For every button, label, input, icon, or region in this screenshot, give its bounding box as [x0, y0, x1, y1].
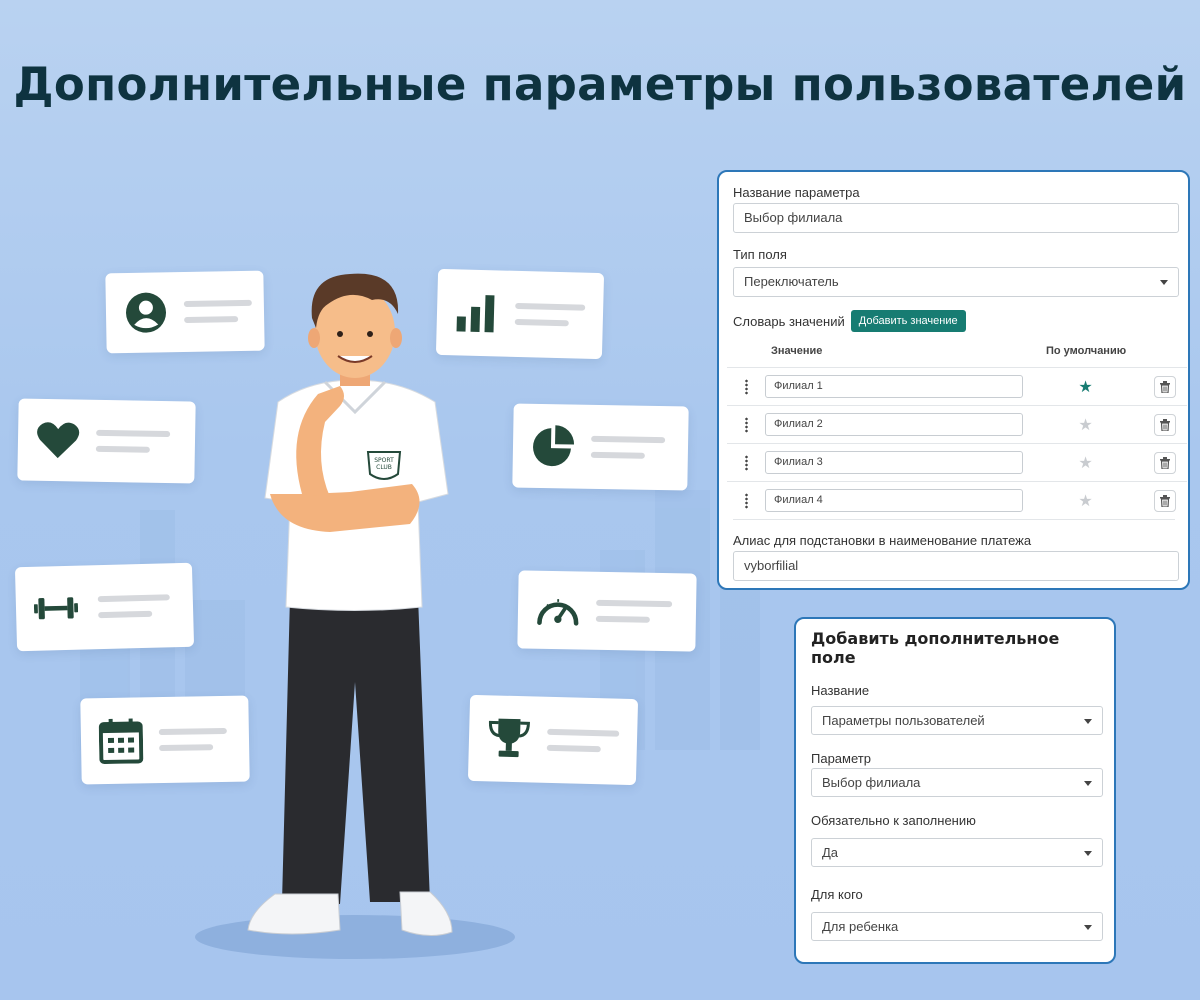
drag-handle-icon[interactable]: [727, 378, 765, 395]
add-param-label: Параметр: [811, 751, 871, 766]
dictionary-label: Словарь значений: [733, 313, 845, 329]
feature-card-heart: [17, 398, 196, 484]
col-default-header: По умолчанию: [1046, 345, 1127, 357]
add-required-label: Обязательно к заполнению: [811, 813, 976, 828]
calendar-icon: [98, 718, 144, 765]
chevron-down-icon[interactable]: [1160, 280, 1168, 285]
add-param-select[interactable]: Выбор филиала: [811, 768, 1103, 797]
add-for-whom-select[interactable]: Для ребенка: [811, 912, 1103, 941]
trash-icon: [1160, 494, 1170, 507]
speedometer-icon: [537, 599, 579, 626]
add-extra-field-panel: Добавить дополнительное поле Название Па…: [794, 617, 1116, 964]
dictionary-value-input[interactable]: Филиал 2: [765, 413, 1023, 436]
default-star-icon[interactable]: ★: [1023, 491, 1148, 511]
add-for-whom-value: Для ребенка: [822, 919, 899, 934]
default-star-icon[interactable]: ★: [1023, 415, 1148, 435]
alias-label: Алиас для подстановки в наименование пла…: [733, 519, 1175, 548]
drag-handle-icon[interactable]: [727, 454, 765, 471]
delete-value-button[interactable]: [1154, 451, 1176, 474]
add-name-select[interactable]: Параметры пользователей: [811, 706, 1103, 735]
dictionary-value-input[interactable]: Филиал 3: [765, 451, 1023, 474]
add-required-select[interactable]: Да: [811, 838, 1103, 867]
feature-card-dumbbell: [14, 562, 195, 652]
add-name-value: Параметры пользователей: [822, 713, 985, 728]
dictionary-table-body: Филиал 1 ★ Филиал 2 ★ Филиал 3 ★ Филиал 4 ★: [727, 367, 1187, 519]
alias-input[interactable]: vyborfilial: [733, 551, 1179, 581]
add-param-value: Выбор филиала: [822, 775, 921, 790]
parameter-settings-panel: Название параметра Выбор филиала Тип пол…: [717, 170, 1190, 590]
heart-icon: [37, 422, 80, 459]
field-type-label: Тип поля: [733, 247, 787, 262]
add-required-value: Да: [822, 845, 839, 860]
chevron-down-icon[interactable]: [1084, 719, 1092, 724]
drag-handle-icon[interactable]: [727, 492, 765, 509]
trash-icon: [1160, 456, 1170, 469]
chevron-down-icon[interactable]: [1084, 781, 1092, 786]
shirt-badge-text-top: SPORT: [374, 457, 394, 464]
default-star-icon[interactable]: ★: [1023, 377, 1148, 397]
trash-icon: [1160, 418, 1170, 431]
user-avatar-icon: [126, 292, 167, 333]
add-for-whom-label: Для кого: [811, 887, 863, 902]
dictionary-row: Филиал 2 ★: [727, 405, 1187, 443]
field-type-select[interactable]: Переключатель: [733, 267, 1179, 297]
param-name-label: Название параметра: [733, 185, 860, 200]
delete-value-button[interactable]: [1154, 489, 1176, 512]
add-field-title: Добавить дополнительное поле: [811, 629, 1060, 667]
dictionary-row: Филиал 1 ★: [727, 367, 1187, 405]
pie-chart-icon: [533, 425, 575, 467]
feature-card-speedometer: [517, 570, 697, 652]
param-name-input[interactable]: Выбор филиала: [733, 203, 1179, 233]
default-star-icon[interactable]: ★: [1023, 453, 1148, 473]
dictionary-table-header: Значение По умолчанию: [733, 345, 1175, 361]
delete-value-button[interactable]: [1154, 375, 1176, 398]
chevron-down-icon[interactable]: [1084, 925, 1092, 930]
dumbbell-icon: [33, 597, 79, 620]
page-headline: Дополнительные параметры пользователей: [13, 58, 1187, 111]
dictionary-row: Филиал 3 ★: [727, 443, 1187, 481]
field-type-value: Переключатель: [744, 274, 839, 289]
dictionary-row: Филиал 4 ★: [727, 481, 1187, 519]
character-shadow: [195, 915, 515, 959]
dictionary-value-input[interactable]: Филиал 4: [765, 489, 1023, 512]
chevron-down-icon[interactable]: [1084, 851, 1092, 856]
shirt-badge-text-bottom: CLUB: [376, 464, 392, 471]
col-value-header: Значение: [771, 345, 823, 357]
dictionary-value-input[interactable]: Филиал 1: [765, 375, 1023, 398]
add-value-button[interactable]: Добавить значение: [850, 310, 966, 332]
feature-card-pie-chart: [512, 403, 689, 491]
trash-icon: [1160, 380, 1170, 393]
character-illustration: SPORT CLUB: [195, 273, 515, 959]
delete-value-button[interactable]: [1154, 413, 1176, 436]
add-name-label: Название: [811, 683, 870, 698]
drag-handle-icon[interactable]: [727, 416, 765, 433]
